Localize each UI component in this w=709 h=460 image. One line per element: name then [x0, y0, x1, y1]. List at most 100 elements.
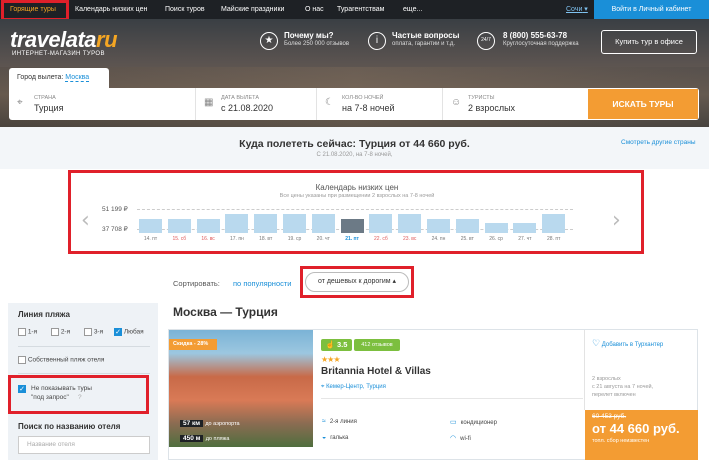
other-countries-link[interactable]: Смотреть другие страны — [621, 139, 696, 146]
nights-field[interactable]: ☾ КОЛ-ВО НОЧЕЙ на 7-8 ночей — [317, 88, 443, 120]
calendar-day-label[interactable]: 14. пт — [138, 236, 164, 242]
calendar-max-price: 51 199 ₽ — [102, 206, 128, 213]
calendar-min-price: 37 708 ₽ — [102, 226, 128, 233]
city-selector[interactable]: Сочи ▾ — [566, 0, 588, 19]
checkbox-checked[interactable]: ✓ — [114, 328, 122, 336]
calendar-day-bar[interactable] — [398, 213, 422, 233]
beach-option-2[interactable]: 2-я — [51, 328, 70, 336]
rating-badge[interactable]: ☝ 3.5 — [321, 339, 352, 351]
calendar-day-bar[interactable] — [542, 213, 566, 233]
reviews-count[interactable]: 412 отзывов — [354, 339, 400, 351]
hotel-name[interactable]: Britannia Hotel & Villas — [321, 366, 431, 377]
calendar-day-label[interactable]: 26. ср — [483, 236, 509, 242]
search-tours-button[interactable]: ИСКАТЬ ТУРЫ — [588, 89, 698, 119]
wifi-icon: ◠ — [450, 435, 457, 442]
nav-more[interactable]: еще... — [403, 0, 422, 19]
calendar-day-label[interactable]: 16. вс — [195, 236, 221, 242]
suggestion-subtitle: С 21.08.2020, на 7-8 ночей, — [316, 152, 393, 158]
calendar-day-bar[interactable] — [455, 219, 479, 233]
airport-distance: 57 км до аэропорта — [180, 418, 240, 429]
help-icon[interactable]: ? — [78, 393, 82, 402]
nav-agencies[interactable]: Турагентствам — [337, 0, 384, 19]
results-title: Москва — Турция — [173, 305, 278, 319]
calendar-day-bar[interactable] — [369, 213, 393, 233]
beach-option-any[interactable]: ✓ Любая — [114, 328, 144, 336]
calendar-day-label[interactable]: 18. вт — [253, 236, 279, 242]
sort-label: Сортировать: — [173, 279, 220, 288]
checkbox[interactable] — [18, 356, 26, 364]
departure-city[interactable]: Город вылета: Москва — [9, 68, 109, 88]
pebble-icon: ◒ — [322, 434, 327, 441]
nav-may-holidays[interactable]: Майские праздники — [221, 0, 284, 19]
discount-badge: Скидка - 28% — [169, 339, 217, 350]
calendar-day-label[interactable]: 20. чт — [310, 236, 336, 242]
calendar-day-bar[interactable] — [283, 213, 306, 233]
max-price-line — [137, 209, 573, 210]
login-button[interactable]: Войти в Личный кабинет — [594, 0, 709, 19]
current-price[interactable]: от 44 660 руб. — [592, 421, 680, 436]
top-navbar: Горящие туры Календарь низких цен Поиск … — [0, 0, 709, 19]
calendar-day-label[interactable]: 27. чт — [512, 236, 538, 242]
moon-icon: ☾ — [325, 97, 334, 108]
amenity-ac: ▭ кондиционер — [450, 419, 497, 426]
hotel-stars: ★★★ — [321, 355, 340, 364]
beach-line-title: Линия пляжа — [18, 310, 70, 319]
person-icon: ☺ — [451, 97, 462, 108]
calendar-day-label[interactable]: 28. пт — [541, 236, 567, 242]
hotel-name-input[interactable]: Название отеля — [18, 436, 150, 454]
beach-option-1[interactable]: 1-я — [18, 328, 37, 336]
calendar-day-bar[interactable] — [196, 219, 220, 233]
calendar-next-arrow[interactable]: › — [612, 208, 621, 233]
calendar-day-bar[interactable] — [513, 223, 537, 233]
calendar-day-bar[interactable] — [427, 219, 450, 233]
checkbox[interactable] — [18, 328, 26, 336]
calendar-day-bar[interactable] — [225, 213, 249, 233]
hotel-location[interactable]: ⌖ Кемер-Центр, Турция — [321, 384, 386, 391]
nav-hot-tours[interactable]: Горящие туры — [10, 0, 56, 19]
own-beach-filter[interactable]: Собственный пляж отеля — [18, 356, 104, 364]
logo[interactable]: travelataru — [10, 27, 118, 53]
nav-about[interactable]: О нас — [305, 0, 324, 19]
calendar-day-bar[interactable] — [139, 219, 162, 233]
checkbox[interactable] — [84, 328, 92, 336]
checkbox-checked[interactable]: ✓ — [18, 385, 26, 393]
divider — [18, 373, 150, 374]
calendar-day-label[interactable]: 17. пн — [224, 236, 250, 242]
card-divider — [584, 330, 585, 410]
nav-tour-search[interactable]: Поиск туров — [165, 0, 205, 19]
beach-distance: 450 м до пляжа — [180, 433, 229, 444]
checkbox[interactable] — [51, 328, 59, 336]
tour-info: 2 взрослых с 21 августа на 7 ночей, пере… — [592, 376, 654, 398]
calendar-title: Календарь низких цен — [315, 183, 399, 192]
calendar-day-label[interactable]: 19. ср — [282, 236, 308, 242]
amenity-wifi: ◠ wi-fi — [450, 435, 471, 442]
calendar-day-bar[interactable] — [340, 218, 364, 233]
calendar-day-label[interactable]: 21. пт — [339, 236, 365, 242]
suggestion-title[interactable]: Куда полететь сейчас: Турция от 44 660 р… — [0, 138, 709, 150]
logo-tagline: ИНТЕРНЕТ-МАГАЗИН ТУРОВ — [12, 51, 105, 57]
buy-in-office-button[interactable]: Купить тур в офисе — [601, 30, 697, 54]
country-field[interactable]: ⌖ СТРАНА Турция — [9, 88, 196, 120]
amenity-beach-line: ≈2-я линия — [322, 418, 357, 425]
sort-popular[interactable]: по популярности — [233, 279, 292, 288]
calendar-day-label[interactable]: 15. сб — [166, 236, 192, 242]
date-field[interactable]: ▦ ДАТА ВЫЛЕТА с 21.08.2020 — [196, 88, 317, 120]
calendar-prev-arrow[interactable]: ‹ — [81, 208, 90, 233]
sort-cheapest-button[interactable]: от дешевых к дорогим ▴ — [305, 272, 409, 292]
calendar-day-label[interactable]: 23. вс — [397, 236, 423, 242]
calendar-day-bar[interactable] — [167, 219, 191, 233]
calendar-day-bar[interactable] — [254, 213, 278, 233]
calendar-day-label[interactable]: 24. пн — [426, 236, 452, 242]
add-to-favorites[interactable]: ♡ Добавить в Турхантер — [592, 338, 663, 349]
ac-icon: ▭ — [450, 419, 457, 426]
tourists-field[interactable]: ☺ ТУРИСТЫ 2 взрослых — [443, 88, 588, 120]
calendar-day-bar[interactable] — [311, 213, 335, 233]
nav-low-price-calendar[interactable]: Календарь низких цен — [75, 0, 147, 19]
calendar-day-label[interactable]: 22. сб — [368, 236, 394, 242]
info-icon: i — [368, 32, 386, 50]
heart-icon: ♡ — [592, 338, 601, 348]
calendar-subtitle: Все цены указаны при размещении 2 взросл… — [279, 193, 435, 199]
beach-option-3[interactable]: 3-я — [84, 328, 103, 336]
calendar-day-label[interactable]: 25. вт — [454, 236, 480, 242]
calendar-day-bar[interactable] — [484, 223, 508, 233]
